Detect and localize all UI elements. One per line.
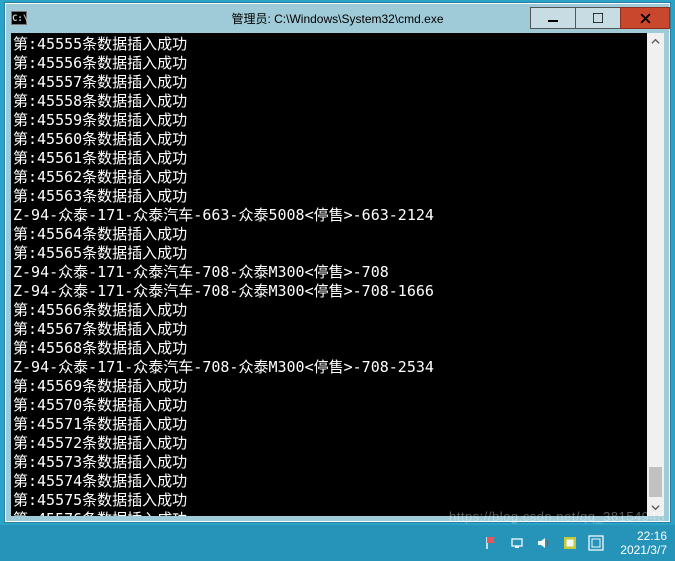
output-line: 第:45568条数据插入成功 xyxy=(13,339,647,358)
output-line: 第:45562条数据插入成功 xyxy=(13,168,647,187)
app-tray-icon[interactable] xyxy=(562,535,578,551)
cmd-window: C:\ 管理员: C:\Windows\System32\cmd.exe 第:4… xyxy=(4,2,671,523)
output-line: Z-94-众泰-171-众泰汽车-708-众泰M300<停售>-708 xyxy=(13,263,647,282)
output-line: 第:45555条数据插入成功 xyxy=(13,35,647,54)
output-line: Z-94-众泰-171-众泰汽车-663-众泰5008<停售>-663-2124 xyxy=(13,206,647,225)
cmd-icon: C:\ xyxy=(11,11,27,25)
output-line: 第:45573条数据插入成功 xyxy=(13,453,647,472)
output-line: Z-94-众泰-171-众泰汽车-708-众泰M300<停售>-708-2534 xyxy=(13,358,647,377)
output-line: 第:45566条数据插入成功 xyxy=(13,301,647,320)
titlebar[interactable]: C:\ 管理员: C:\Windows\System32\cmd.exe xyxy=(5,3,670,33)
close-button[interactable] xyxy=(620,7,670,29)
window-title: 管理员: C:\Windows\System32\cmd.exe xyxy=(231,10,443,27)
clock-date: 2021/3/7 xyxy=(620,543,667,557)
scroll-thumb[interactable] xyxy=(649,467,662,497)
output-line: 第:45560条数据插入成功 xyxy=(13,130,647,149)
output-line: 第:45572条数据插入成功 xyxy=(13,434,647,453)
output-line: 第:45561条数据插入成功 xyxy=(13,149,647,168)
output-line: 第:45556条数据插入成功 xyxy=(13,54,647,73)
flag-icon[interactable] xyxy=(484,535,500,551)
output-line: 第:45564条数据插入成功 xyxy=(13,225,647,244)
output-line: 第:45563条数据插入成功 xyxy=(13,187,647,206)
scroll-track[interactable] xyxy=(647,50,664,499)
minimize-button[interactable] xyxy=(530,7,576,29)
console-output: 第:45555条数据插入成功第:45556条数据插入成功第:45557条数据插入… xyxy=(11,33,647,516)
clock-time: 22:16 xyxy=(620,529,667,543)
output-line: 第:45559条数据插入成功 xyxy=(13,111,647,130)
scroll-down-button[interactable] xyxy=(647,499,664,516)
window-buttons xyxy=(531,7,670,29)
network-icon[interactable] xyxy=(510,535,526,551)
output-line: 第:45567条数据插入成功 xyxy=(13,320,647,339)
output-line: 第:45571条数据插入成功 xyxy=(13,415,647,434)
output-line: 第:45557条数据插入成功 xyxy=(13,73,647,92)
taskbar-clock[interactable]: 22:16 2021/3/7 xyxy=(614,529,667,557)
system-tray: 22:16 2021/3/7 xyxy=(484,529,671,557)
scrollbar-vertical[interactable] xyxy=(647,33,664,516)
output-line: 第:45570条数据插入成功 xyxy=(13,396,647,415)
taskbar[interactable]: 22:16 2021/3/7 xyxy=(0,525,675,561)
scroll-up-button[interactable] xyxy=(647,33,664,50)
console[interactable]: 第:45555条数据插入成功第:45556条数据插入成功第:45557条数据插入… xyxy=(11,33,664,516)
output-line: 第:45575条数据插入成功 xyxy=(13,491,647,510)
output-line: 第:45576条数据插入成功 xyxy=(13,510,647,516)
ime-icon[interactable] xyxy=(588,535,604,551)
output-line: 第:45574条数据插入成功 xyxy=(13,472,647,491)
output-line: 第:45558条数据插入成功 xyxy=(13,92,647,111)
volume-icon[interactable] xyxy=(536,535,552,551)
output-line: 第:45569条数据插入成功 xyxy=(13,377,647,396)
output-line: 第:45565条数据插入成功 xyxy=(13,244,647,263)
maximize-button[interactable] xyxy=(575,7,621,29)
output-line: Z-94-众泰-171-众泰汽车-708-众泰M300<停售>-708-1666 xyxy=(13,282,647,301)
